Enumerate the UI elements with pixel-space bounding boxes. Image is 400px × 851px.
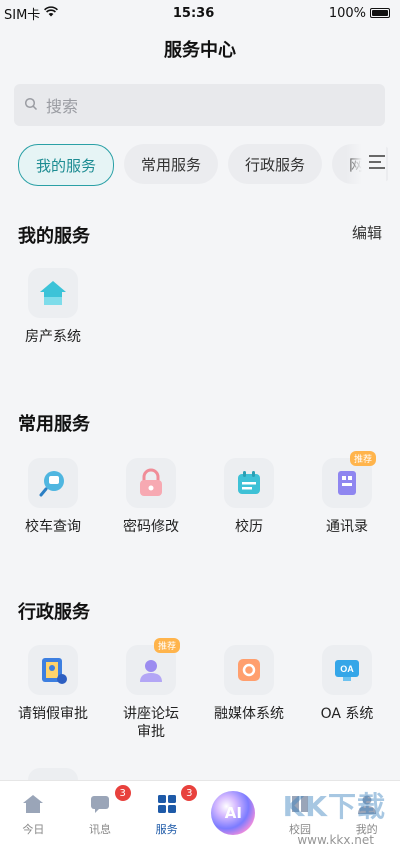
section-title-admin: 行政服务 bbox=[18, 602, 90, 623]
watermark-brand: KK下载 bbox=[282, 790, 386, 823]
service-label: 密码修改 bbox=[123, 519, 179, 535]
ai-icon: AI bbox=[211, 791, 256, 835]
tab-admin-services[interactable]: 行政服务 bbox=[228, 144, 323, 184]
tabbar-label: 服务 bbox=[155, 823, 178, 836]
oa-icon: OA bbox=[322, 645, 372, 695]
lecture-icon: 推荐 bbox=[126, 638, 180, 695]
search-input[interactable]: 搜索 bbox=[14, 84, 385, 126]
oa-icon-text: OA bbox=[340, 664, 354, 674]
service-label: 房产系统 bbox=[25, 329, 81, 345]
watermark-url: www.kkx.net bbox=[297, 833, 374, 847]
service-contacts[interactable]: 推荐 通讯录 bbox=[302, 451, 392, 536]
carrier-label: SIM卡 bbox=[4, 7, 41, 23]
recommend-badge: 推荐 bbox=[153, 638, 180, 653]
service-calendar[interactable]: 校历 bbox=[204, 458, 294, 536]
tab-menu-button[interactable] bbox=[346, 144, 386, 184]
status-time: 15:36 bbox=[172, 5, 215, 21]
home-icon bbox=[22, 793, 44, 818]
edit-button[interactable]: 编辑 bbox=[352, 222, 382, 243]
tabbar-label: 今日 bbox=[22, 823, 45, 836]
grid-icon bbox=[156, 793, 178, 818]
lock-icon bbox=[126, 458, 176, 508]
menu-icon bbox=[368, 154, 386, 174]
service-label: 校车查询 bbox=[25, 519, 81, 535]
page-title: 服务中心 bbox=[164, 40, 236, 61]
service-label: 通讯录 bbox=[326, 519, 368, 535]
contacts-icon: 推荐 bbox=[322, 451, 376, 508]
section-title-my: 我的服务 bbox=[18, 226, 90, 247]
house-icon bbox=[28, 268, 78, 318]
status-right: 100% bbox=[329, 6, 390, 21]
service-label: 讲座论坛审批 bbox=[123, 706, 179, 740]
media-icon bbox=[224, 645, 274, 695]
unread-badge: 3 bbox=[181, 785, 198, 801]
service-label: 校历 bbox=[235, 519, 263, 535]
bus-search-icon bbox=[28, 458, 78, 508]
service-oa[interactable]: OA OA 系统 bbox=[302, 645, 392, 723]
section-title-common: 常用服务 bbox=[18, 414, 90, 435]
calendar-icon bbox=[224, 458, 274, 508]
tabbar-item-today[interactable]: 今日 bbox=[0, 781, 67, 851]
tab-common-services[interactable]: 常用服务 bbox=[124, 144, 219, 184]
tabbar-item-services[interactable]: 服务 3 bbox=[133, 781, 200, 851]
search-icon bbox=[24, 96, 38, 115]
tabbar-item-ai[interactable]: AI bbox=[200, 781, 267, 851]
status-left: SIM卡 bbox=[4, 4, 59, 23]
service-lecture[interactable]: 推荐 讲座论坛审批 bbox=[106, 638, 196, 741]
unread-badge: 3 bbox=[114, 785, 131, 801]
service-leave-approval[interactable]: 请销假审批 bbox=[8, 645, 98, 723]
service-password[interactable]: 密码修改 bbox=[106, 458, 196, 536]
service-house[interactable]: 房产系统 bbox=[8, 268, 98, 346]
battery-percent: 100% bbox=[328, 5, 366, 21]
category-tabs: 我的服务 常用服务 行政服务 网络 bbox=[18, 144, 388, 186]
recommend-badge: 推荐 bbox=[349, 451, 376, 466]
service-bus-search[interactable]: 校车查询 bbox=[8, 458, 98, 536]
message-icon bbox=[89, 793, 111, 818]
leave-approval-icon bbox=[28, 645, 78, 695]
tabbar-label: 讯息 bbox=[89, 823, 111, 836]
status-bar: SIM卡 15:36 100% bbox=[0, 0, 400, 26]
tabbar-item-messages[interactable]: 讯息 3 bbox=[67, 781, 134, 851]
tab-my-services[interactable]: 我的服务 bbox=[18, 144, 115, 186]
service-label: 请销假审批 bbox=[18, 706, 88, 722]
search-placeholder: 搜索 bbox=[46, 97, 79, 116]
service-label: 融媒体系统 bbox=[214, 706, 284, 722]
service-label: OA 系统 bbox=[320, 706, 374, 722]
service-media[interactable]: 融媒体系统 bbox=[204, 645, 294, 723]
wifi-icon bbox=[44, 5, 59, 21]
battery-icon bbox=[370, 8, 390, 18]
